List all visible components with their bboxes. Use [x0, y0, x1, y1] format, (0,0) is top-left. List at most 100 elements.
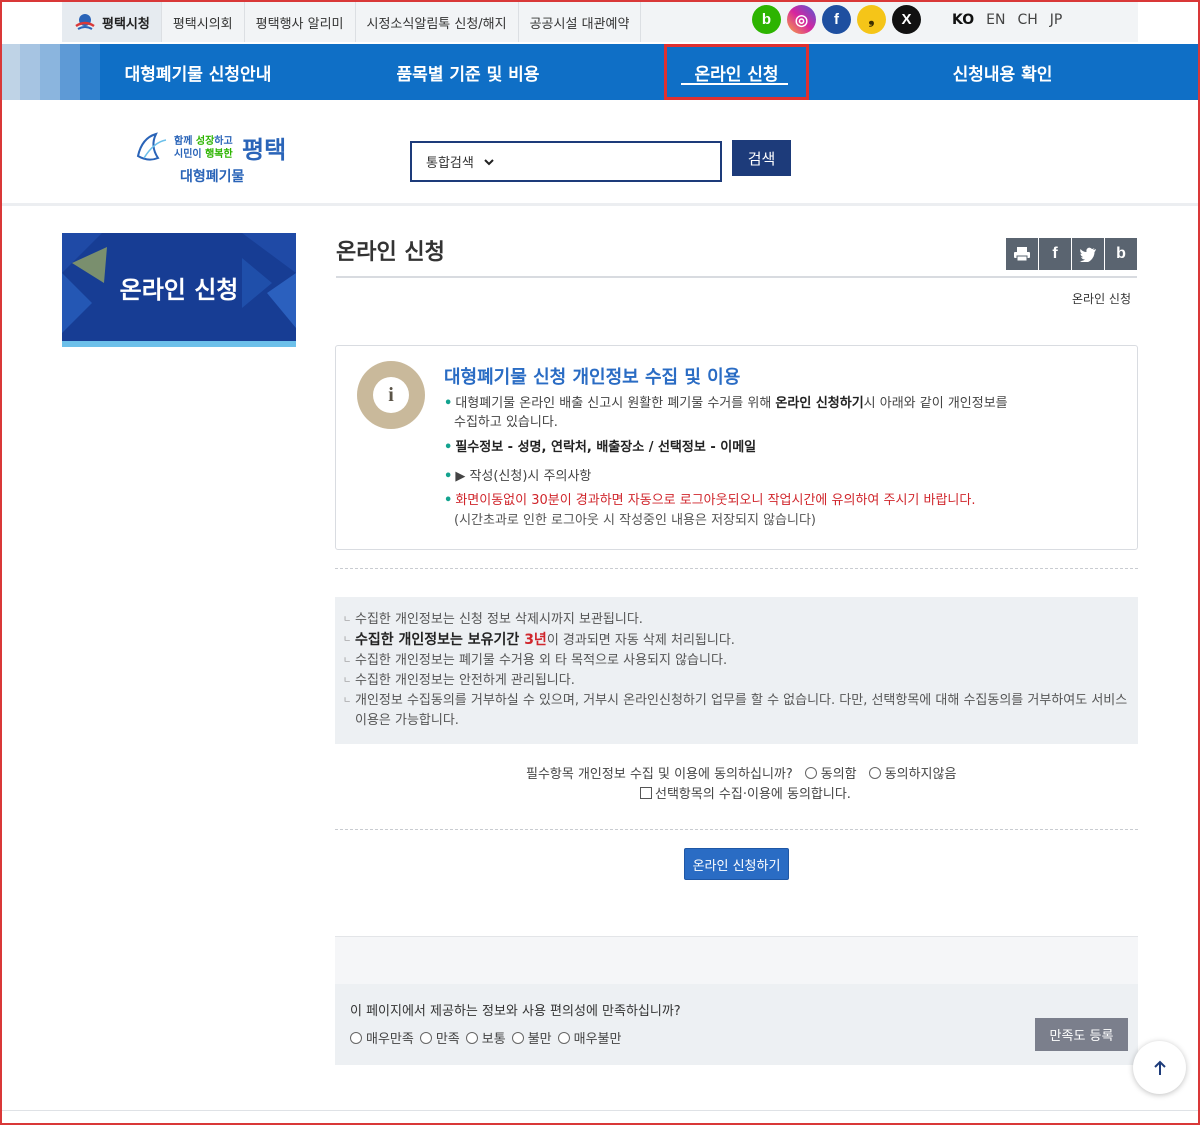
- kakao-story-icon[interactable]: ❟: [857, 5, 886, 34]
- lang-jp[interactable]: JP: [1050, 12, 1063, 28]
- brand-leaf-icon: 함께 성장하고 시민이 행복한 평택: [136, 132, 286, 164]
- survey-radio[interactable]: [350, 1031, 362, 1044]
- survey-option-very-dissatisfied[interactable]: 매우불만: [557, 1028, 622, 1047]
- bullet-icon: •: [444, 493, 453, 508]
- bullet-icon: •: [444, 440, 453, 455]
- notice-emphasis: 수집한 개인정보는 보유기간: [355, 632, 525, 648]
- privacy-info-box: i 대형폐기물 신청 개인정보 수집 및 이용 • 대형폐기물 온라인 배출 신고…: [335, 345, 1138, 550]
- survey-option-label: 보통: [481, 1032, 506, 1047]
- notice-line: 수집한 개인정보는 폐기물 수거용 외 타 목적으로 사용되지 않습니다.: [343, 651, 1128, 671]
- notice-line-retention: 수집한 개인정보는 보유기간 3년이 경과되면 자동 삭제 처리됩니다.: [343, 630, 1128, 651]
- dashed-divider: [335, 829, 1138, 830]
- search-scope-value: 통합검색: [426, 156, 474, 171]
- bullet-icon: •: [444, 469, 453, 484]
- nav-item-cost[interactable]: 품목별 기준 및 비용: [388, 44, 548, 100]
- slogan-line2: 시민이 행복한: [174, 147, 233, 160]
- consent-agree-radio[interactable]: [804, 766, 817, 779]
- nav-stripe: [60, 44, 80, 100]
- search-bar: 통합검색: [410, 141, 722, 182]
- notice-line: 수집한 개인정보는 안전하게 관리됩니다.: [343, 671, 1128, 691]
- optional-consent: 선택항목의 수집·이용에 동의합니다.: [640, 783, 851, 802]
- notice-line: 수집한 개인정보는 신청 정보 삭제시까지 보관됩니다.: [343, 610, 1128, 630]
- optional-consent-label[interactable]: 선택항목의 수집·이용에 동의합니다.: [655, 783, 851, 802]
- twitter-bird-glyph: [1079, 247, 1096, 262]
- info-timeout-warning: 화면이동없이 30분이 경과하면 자동으로 로그아웃되오니 작업시간에 유의하여…: [455, 493, 976, 508]
- online-apply-button[interactable]: 온라인 신청하기: [684, 848, 789, 880]
- survey-option-label: 만족: [435, 1032, 460, 1047]
- top-link-label: 평택시청: [102, 16, 150, 32]
- nav-stripe: [40, 44, 60, 100]
- consent-disagree-label[interactable]: 동의하지않음: [885, 763, 957, 782]
- scroll-to-top-button[interactable]: [1133, 1041, 1186, 1094]
- survey-radio[interactable]: [511, 1031, 524, 1044]
- required-consent: 필수항목 개인정보 수집 및 이용에 동의하십니까? 동의함 동의하지않음: [526, 763, 956, 782]
- notice-text: 이 경과되면 자동 삭제 처리됩니다.: [546, 633, 735, 648]
- instagram-icon[interactable]: ◎: [787, 5, 816, 34]
- survey-radio[interactable]: [419, 1031, 432, 1044]
- blog-share-icon[interactable]: b: [1105, 238, 1137, 270]
- arrow-up-icon: [1153, 1060, 1166, 1075]
- survey-option-label: 매우불만: [573, 1032, 622, 1047]
- city-logo-icon: [75, 14, 95, 30]
- print-icon[interactable]: [1006, 238, 1038, 270]
- info-emphasis: 온라인 신청하기: [775, 396, 864, 411]
- info-line-required: • 필수정보 - 성명, 연락처, 배출장소 / 선택정보 - 이메일: [444, 438, 756, 457]
- survey-radio[interactable]: [465, 1031, 478, 1044]
- facebook-share-icon[interactable]: f: [1039, 238, 1071, 270]
- top-link-council[interactable]: 평택시의회: [162, 2, 245, 42]
- survey-option-neutral[interactable]: 보통: [465, 1028, 506, 1047]
- top-link-alimtalk[interactable]: 시정소식알림톡 신청/해지: [356, 2, 519, 42]
- facebook-icon[interactable]: f: [822, 5, 851, 34]
- sidebar-banner: 온라인 신청: [62, 233, 296, 341]
- consent-question: 필수항목 개인정보 수집 및 이용에 동의하십니까?: [526, 767, 793, 782]
- top-link-facility-reservation[interactable]: 공공시설 대관예약: [519, 2, 642, 42]
- dashed-divider: [335, 568, 1138, 569]
- lang-ch[interactable]: CH: [1017, 12, 1037, 28]
- search-scope-select[interactable]: 통합검색: [426, 152, 494, 171]
- survey-option-very-satisfied[interactable]: 매우만족: [350, 1028, 414, 1047]
- twitter-share-icon[interactable]: [1072, 238, 1104, 270]
- print-glyph: [1014, 247, 1030, 262]
- nav-item-check[interactable]: 신청내용 확인: [930, 44, 1075, 100]
- consent-disagree-radio[interactable]: [868, 766, 881, 779]
- page-title: 온라인 신청: [336, 240, 445, 265]
- nav-item-label: 온라인 신청: [694, 64, 779, 85]
- x-icon[interactable]: X: [892, 5, 921, 34]
- slogan-line1: 함께 성장하고: [174, 134, 233, 147]
- survey-radio[interactable]: [557, 1031, 570, 1044]
- lang-en[interactable]: EN: [986, 12, 1005, 28]
- survey-option-dissatisfied[interactable]: 불만: [511, 1028, 552, 1047]
- footer-divider: [0, 1110, 1200, 1111]
- optional-consent-checkbox[interactable]: [640, 786, 652, 799]
- info-required-fields: 필수정보 - 성명, 연락처, 배출장소 / 선택정보 - 이메일: [455, 440, 757, 455]
- survey-question: 이 페이지에서 제공하는 정보와 사용 편의성에 만족하십니까?: [350, 1004, 681, 1019]
- breadcrumb: 온라인 신청: [1072, 292, 1132, 306]
- nav-item-online-apply[interactable]: 온라인 신청: [664, 44, 809, 100]
- bullet-icon: •: [444, 396, 453, 411]
- nav-stripe: [80, 44, 100, 100]
- info-text: 대형폐기물 온라인 배출 신고시 원활한 폐기물 수거를 위해: [455, 396, 776, 411]
- top-link-events[interactable]: 평택행사 알리미: [245, 2, 356, 42]
- survey-option-satisfied[interactable]: 만족: [419, 1028, 460, 1047]
- info-line-collection: • 대형폐기물 온라인 배출 신고시 원활한 폐기물 수거를 위해 온라인 신청하…: [444, 394, 1008, 432]
- nav-stripe: [20, 44, 40, 100]
- sidebar-title: 온라인 신청: [119, 275, 239, 304]
- title-divider: [336, 276, 1137, 278]
- top-utility-bar: 평택시청 평택시의회 평택행사 알리미 시정소식알림톡 신청/해지 공공시설 대…: [0, 0, 1200, 44]
- info-line-timeout: • 화면이동없이 30분이 경과하면 자동으로 로그아웃되오니 작업시간에 유의하…: [444, 491, 976, 510]
- nav-stripe: [0, 44, 20, 100]
- survey-options: 매우만족 만족 보통 불만 매우불만: [350, 1028, 623, 1047]
- social-links: b ◎ f ❟ X: [752, 5, 921, 34]
- info-icon-glyph: i: [373, 377, 409, 413]
- retention-notice: 수집한 개인정보는 신청 정보 삭제시까지 보관됩니다. 수집한 개인정보는 보…: [335, 597, 1138, 744]
- consent-agree-label[interactable]: 동의함: [821, 763, 857, 782]
- blog-icon[interactable]: b: [752, 5, 781, 34]
- nav-item-guide[interactable]: 대형폐기물 신청안내: [118, 44, 278, 100]
- survey-submit-button[interactable]: 만족도 등록: [1035, 1018, 1128, 1051]
- top-link-city-hall[interactable]: 평택시청: [62, 2, 162, 42]
- info-text: 수집하고 있습니다.: [454, 415, 558, 430]
- chevron-down-icon: [484, 158, 494, 165]
- lang-ko[interactable]: KO: [952, 12, 974, 28]
- language-switcher: KO EN CH JP: [952, 0, 1062, 40]
- search-button[interactable]: 검색: [732, 140, 791, 176]
